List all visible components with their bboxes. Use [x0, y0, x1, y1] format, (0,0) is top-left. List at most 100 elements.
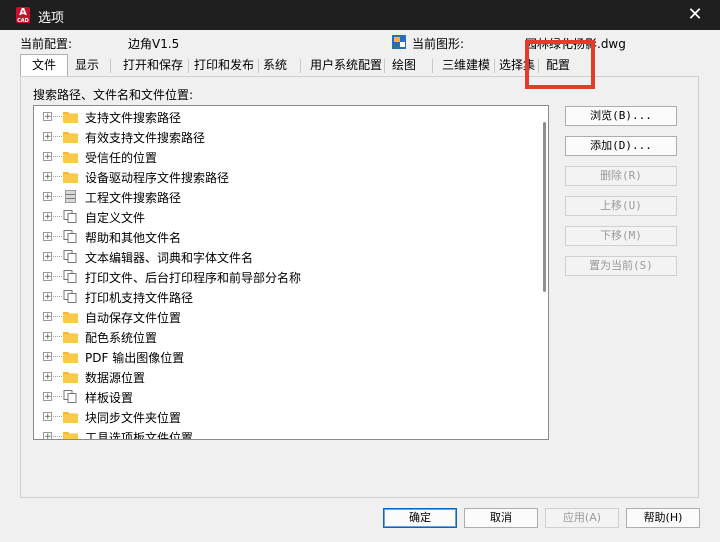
expand-icon[interactable]: +	[43, 192, 52, 202]
title-bar: A CAD 选项 ✕	[0, 0, 720, 30]
current-drawing-value: 园林绿化扬影.dwg	[525, 37, 626, 51]
tree-item-label: 支持文件搜索路径	[85, 111, 182, 125]
window-title: 选项	[38, 11, 65, 26]
expand-icon[interactable]: +	[43, 392, 52, 402]
tab-system[interactable]: 系统	[260, 55, 290, 76]
expand-icon[interactable]: +	[43, 252, 52, 262]
tab-display[interactable]: 显示	[68, 55, 106, 76]
tree-item[interactable]: + 块同步文件夹位置	[34, 407, 534, 427]
tree-item-label: 样板设置	[85, 391, 134, 405]
tree-item[interactable]: + 工具选项板文件位置	[34, 427, 534, 440]
tree-item[interactable]: + 样板设置	[34, 387, 534, 407]
tree-connector	[53, 216, 62, 217]
tree-connector	[53, 396, 62, 397]
folder-icon	[63, 350, 78, 363]
expand-icon[interactable]: +	[43, 312, 52, 322]
tab-separator	[432, 59, 433, 73]
remove-button[interactable]: 删除(R)	[565, 166, 677, 186]
expand-icon[interactable]: +	[43, 412, 52, 422]
tab-files[interactable]: 文件	[20, 54, 68, 77]
expand-icon[interactable]: +	[43, 292, 52, 302]
folder-icon	[63, 310, 78, 323]
tab-user-preferences[interactable]: 用户系统配置	[308, 55, 384, 76]
expand-icon[interactable]: +	[43, 132, 52, 142]
tab-drafting[interactable]: 绘图	[386, 55, 422, 76]
browse-button[interactable]: 浏览(B)...	[565, 106, 677, 126]
tree-connector	[53, 296, 62, 297]
tree-item-label: 受信任的位置	[85, 151, 158, 165]
search-paths-label: 搜索路径、文件名和文件位置:	[33, 88, 194, 102]
documents-icon	[63, 210, 78, 223]
tree-item-label: 设备驱动程序文件搜索路径	[85, 171, 230, 185]
tree-item[interactable]: + 数据源位置	[34, 367, 534, 387]
tree-connector	[53, 136, 62, 137]
tab-separator	[188, 59, 189, 73]
tree-item-label: 有效支持文件搜索路径	[85, 131, 206, 145]
expand-icon[interactable]: +	[43, 372, 52, 382]
help-button[interactable]: 帮助(H)	[626, 508, 700, 528]
tree-item[interactable]: + 工程文件搜索路径	[34, 187, 534, 207]
documents-icon	[63, 290, 78, 303]
tab-separator	[494, 59, 495, 73]
apply-button[interactable]: 应用(A)	[545, 508, 619, 528]
tab-selection[interactable]: 选择集	[496, 55, 538, 76]
tree-item-label: 工具选项板文件位置	[85, 431, 194, 440]
tree-item[interactable]: + 有效支持文件搜索路径	[34, 127, 534, 147]
expand-icon[interactable]: +	[43, 112, 52, 122]
expand-icon[interactable]: +	[43, 432, 52, 439]
tab-3d-modeling[interactable]: 三维建模	[438, 55, 494, 76]
tree-item[interactable]: + 配色系统位置	[34, 327, 534, 347]
tree-item-label: 打印文件、后台打印程序和前导部分名称	[85, 271, 302, 285]
tree-item[interactable]: + 自定义文件	[34, 207, 534, 227]
tab-strip: 文件 显示 打开和保存 打印和发布 系统 用户系统配置 绘图 三维建模 选择集 …	[20, 54, 696, 77]
tree-item[interactable]: + PDF 输出图像位置	[34, 347, 534, 367]
set-current-button[interactable]: 置为当前(S)	[565, 256, 677, 276]
drawing-file-icon	[392, 35, 406, 49]
tree-connector	[53, 276, 62, 277]
add-button[interactable]: 添加(D)...	[565, 136, 677, 156]
tree-connector	[53, 196, 62, 197]
tree-connector	[53, 156, 62, 157]
tree-item[interactable]: + 设备驱动程序文件搜索路径	[34, 167, 534, 187]
tree-connector	[53, 256, 62, 257]
cancel-button[interactable]: 取消	[464, 508, 538, 528]
expand-icon[interactable]: +	[43, 172, 52, 182]
tree-connector	[53, 316, 62, 317]
move-down-button[interactable]: 下移(M)	[565, 226, 677, 246]
folder-icon	[63, 170, 78, 183]
close-icon[interactable]: ✕	[684, 4, 706, 26]
tab-plot-publish[interactable]: 打印和发布	[190, 55, 258, 76]
tree-item[interactable]: + 帮助和其他文件名	[34, 227, 534, 247]
tree-item-label: 文本编辑器、词典和字体文件名	[85, 251, 254, 265]
tree-item-label: PDF 输出图像位置	[85, 351, 185, 365]
folder-icon	[63, 130, 78, 143]
tree-scrollbar[interactable]	[543, 122, 546, 292]
expand-icon[interactable]: +	[43, 332, 52, 342]
current-profile-value: 边角V1.5	[128, 37, 180, 51]
folder-icon	[63, 150, 78, 163]
tab-open-save[interactable]: 打开和保存	[118, 55, 188, 76]
folder-icon	[63, 330, 78, 343]
autocad-logo-icon: A CAD	[16, 7, 30, 24]
documents-icon	[63, 270, 78, 283]
move-up-button[interactable]: 上移(U)	[565, 196, 677, 216]
tree-item[interactable]: + 打印机支持文件路径	[34, 287, 534, 307]
tree-item[interactable]: + 打印文件、后台打印程序和前导部分名称	[34, 267, 534, 287]
expand-icon[interactable]: +	[43, 232, 52, 242]
tab-profiles[interactable]: 配置	[540, 55, 576, 76]
tab-separator	[258, 59, 259, 73]
tree-item[interactable]: + 文本编辑器、词典和字体文件名	[34, 247, 534, 267]
documents-icon	[63, 250, 78, 263]
tree-item[interactable]: + 受信任的位置	[34, 147, 534, 167]
tree-connector	[53, 416, 62, 417]
expand-icon[interactable]: +	[43, 272, 52, 282]
expand-icon[interactable]: +	[43, 352, 52, 362]
tree-item[interactable]: + 自动保存文件位置	[34, 307, 534, 327]
expand-icon[interactable]: +	[43, 212, 52, 222]
tab-separator	[110, 59, 111, 73]
ok-button[interactable]: 确定	[383, 508, 457, 528]
expand-icon[interactable]: +	[43, 152, 52, 162]
tab-separator	[538, 59, 539, 73]
search-paths-tree[interactable]: + 支持文件搜索路径 + 有效支持文件搜索路径 + 受信任的位置 + 设备驱动程序文件搜索路径…	[33, 105, 549, 440]
tree-item[interactable]: + 支持文件搜索路径	[34, 107, 534, 127]
